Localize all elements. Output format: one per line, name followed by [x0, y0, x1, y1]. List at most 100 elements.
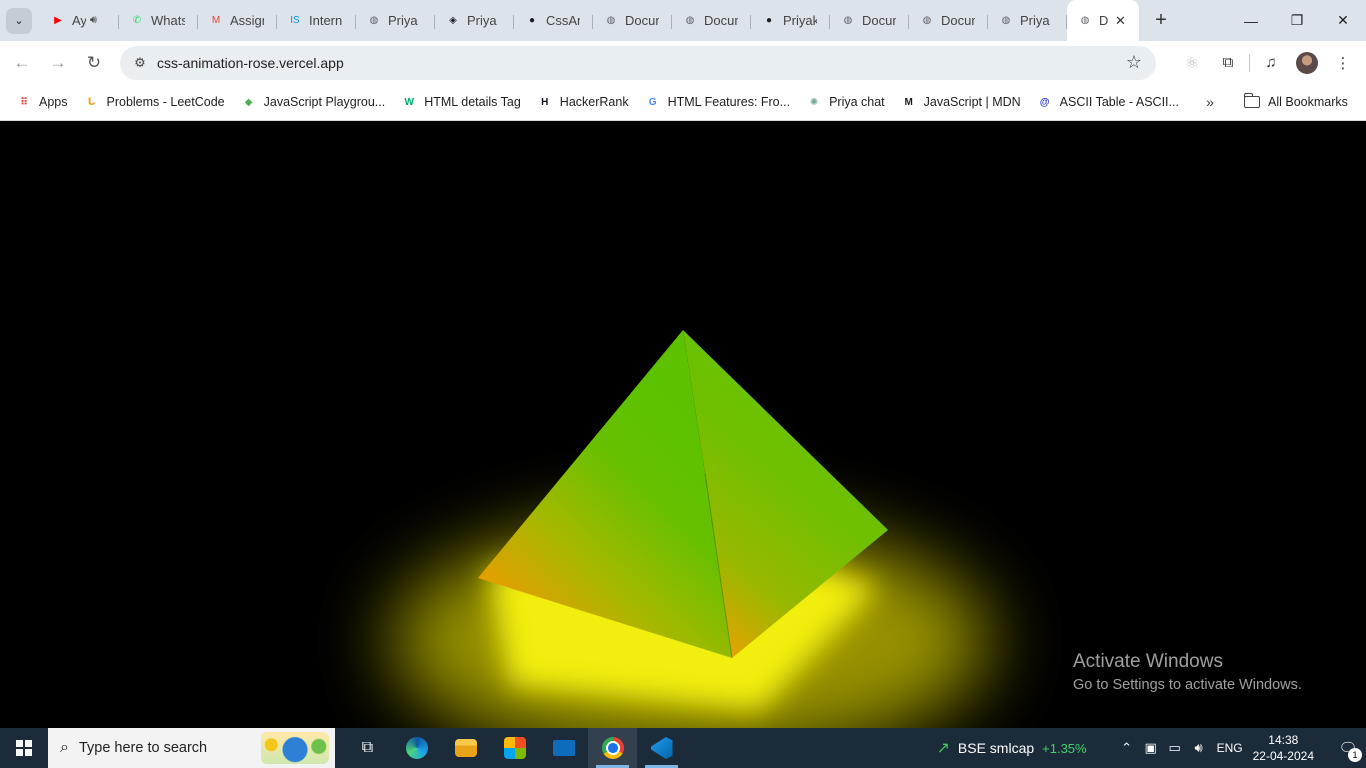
bookmark-label: Problems - LeetCode: [106, 95, 225, 109]
restore-button[interactable]: ❐: [1274, 0, 1320, 41]
toolbar-divider: [1249, 53, 1250, 72]
tab-label: Whats: [151, 13, 185, 28]
mdn-icon: M: [904, 96, 913, 108]
site-info-icon[interactable]: ⚙: [128, 55, 152, 71]
start-button[interactable]: [0, 728, 48, 768]
bookmark-item[interactable]: G HTML Features: Fro...: [639, 88, 796, 116]
more-menu-icon[interactable]: ⋮: [1328, 48, 1358, 78]
volume-icon[interactable]: 🔊︎: [1187, 740, 1211, 756]
search-highlight-image: [261, 732, 329, 764]
bookmark-item[interactable]: @ ASCII Table - ASCII...: [1031, 88, 1185, 116]
github-icon: ●: [765, 15, 773, 26]
bookmark-item[interactable]: ◆ JavaScript Playgrou...: [235, 88, 392, 116]
browser-tab[interactable]: ◍ Docum: [830, 6, 909, 36]
browser-tab[interactable]: ✆ Whats: [119, 6, 198, 36]
forward-button[interactable]: →: [40, 45, 76, 81]
notification-badge: 1: [1348, 748, 1362, 762]
browser-tab[interactable]: ◍ Docum: [593, 6, 672, 36]
browser-tab[interactable]: ● CssAn: [514, 6, 593, 36]
page-viewport: Activate Windows Go to Settings to activ…: [0, 121, 1366, 728]
task-view-button[interactable]: ⧉: [343, 728, 392, 768]
playground-icon: ◆: [244, 96, 253, 108]
close-window-button[interactable]: ✕: [1320, 0, 1366, 41]
apps-grid-icon: ⠿: [20, 96, 28, 108]
browser-tab[interactable]: M Assign: [198, 6, 277, 36]
browser-tab[interactable]: ◍ Docum: [672, 6, 751, 36]
browser-tab[interactable]: ◍ Docum: [909, 6, 988, 36]
reload-icon: ↻: [86, 52, 102, 72]
clock-date: 22-04-2024: [1252, 749, 1314, 763]
system-tray: ↗ BSE smlcap +1.35% ⌃ ▣ ▭ 🔊︎ ENG 14:38 2…: [936, 728, 1366, 768]
stock-name: BSE smlcap: [957, 740, 1035, 756]
file-explorer-button[interactable]: [441, 728, 490, 768]
tab-label: Intern: [309, 13, 343, 28]
browser-tab[interactable]: ▶ Ay 🔊︎: [40, 6, 119, 36]
notification-center-button[interactable]: 🗨︎ 1: [1330, 728, 1366, 768]
tab-search-button[interactable]: ⌄: [6, 7, 32, 34]
browser-tab[interactable]: IS Intern: [277, 6, 356, 36]
activate-windows-watermark: Activate Windows Go to Settings to activ…: [1073, 651, 1302, 693]
close-tab-icon[interactable]: ✕: [1115, 13, 1126, 29]
vscode-button[interactable]: [637, 728, 686, 768]
all-bookmarks-button[interactable]: All Bookmarks: [1243, 88, 1348, 116]
leetcode-icon: ᒐ: [87, 96, 96, 108]
bookmarks-overflow-button[interactable]: »: [1198, 88, 1222, 116]
youtube-icon: ▶: [54, 15, 62, 26]
extensions-puzzle-icon[interactable]: ⧉: [1213, 48, 1243, 78]
globe-icon: ◍: [922, 15, 932, 26]
audio-playing-icon[interactable]: 🔊︎: [90, 14, 97, 27]
browser-tab[interactable]: ◍ Priya: [988, 6, 1067, 36]
stock-chart-icon: ↗: [936, 740, 950, 757]
chevron-up-icon[interactable]: ⌃: [1115, 740, 1139, 756]
bookmark-item[interactable]: W HTML details Tag: [395, 88, 527, 116]
chrome-icon: [601, 737, 624, 759]
network-icon[interactable]: ▭: [1163, 740, 1187, 756]
clock[interactable]: 14:38 22-04-2024: [1253, 732, 1314, 764]
microsoft-store-button[interactable]: [490, 728, 539, 768]
codepen-icon: ◈: [449, 15, 457, 26]
toolbar-actions: ⚛ ⧉ ♫ ⋮: [1177, 41, 1358, 84]
all-bookmarks-label: All Bookmarks: [1268, 95, 1348, 109]
globe-icon: ◍: [843, 15, 853, 26]
mail-button[interactable]: [539, 728, 588, 768]
edge-button[interactable]: [392, 728, 441, 768]
avatar: [1296, 51, 1318, 74]
media-control-icon[interactable]: ♫: [1256, 48, 1286, 78]
pyramid-scene: [390, 330, 990, 728]
browser-tab-active[interactable]: ◍ D ✕: [1067, 0, 1139, 41]
browser-tab[interactable]: ◈ Priya: [435, 6, 514, 36]
bookmark-label: HackerRank: [559, 95, 629, 109]
arrow-left-icon: ←: [13, 52, 31, 72]
task-view-icon: ⧉: [361, 739, 374, 756]
address-bar[interactable]: ⚙ css-animation-rose.vercel.app ☆: [120, 46, 1156, 80]
url-text[interactable]: css-animation-rose.vercel.app: [157, 55, 344, 71]
store-icon: [503, 737, 526, 759]
internshala-icon: IS: [290, 15, 300, 26]
vscode-icon: [650, 737, 673, 759]
chrome-button[interactable]: [588, 728, 637, 768]
stock-widget[interactable]: ↗ BSE smlcap +1.35%: [936, 738, 1086, 758]
taskbar-apps: ⧉: [343, 728, 686, 768]
taskbar-search-box[interactable]: ⌕ Type here to search: [48, 728, 335, 768]
reload-button[interactable]: ↻: [76, 45, 112, 81]
tab-label: Docum: [862, 13, 896, 28]
bookmark-item[interactable]: ✺ Priya chat: [800, 88, 891, 116]
bookmark-label: Priya chat: [829, 95, 885, 109]
browser-tab[interactable]: ◍ Priya: [356, 6, 435, 36]
extension-react-icon[interactable]: ⚛: [1177, 48, 1207, 78]
bookmark-item[interactable]: H HackerRank: [531, 88, 635, 116]
browser-tab[interactable]: ● Priyak: [751, 6, 830, 36]
globe-icon: ◍: [1080, 15, 1090, 26]
back-button[interactable]: ←: [4, 45, 40, 81]
bookmark-item[interactable]: ᒐ Problems - LeetCode: [78, 88, 231, 116]
bookmark-item[interactable]: M JavaScript | MDN: [895, 88, 1027, 116]
window-controls: — ❐ ✕: [1228, 0, 1366, 41]
minimize-button[interactable]: —: [1228, 0, 1274, 41]
meet-now-icon[interactable]: ▣: [1139, 740, 1163, 756]
new-tab-button[interactable]: +: [1147, 7, 1175, 35]
bookmark-star-icon[interactable]: ☆: [1126, 52, 1142, 73]
bookmark-item[interactable]: ⠿ Apps: [10, 88, 74, 116]
edge-icon: [405, 737, 428, 759]
language-indicator[interactable]: ENG: [1217, 741, 1243, 755]
profile-button[interactable]: [1292, 48, 1322, 78]
